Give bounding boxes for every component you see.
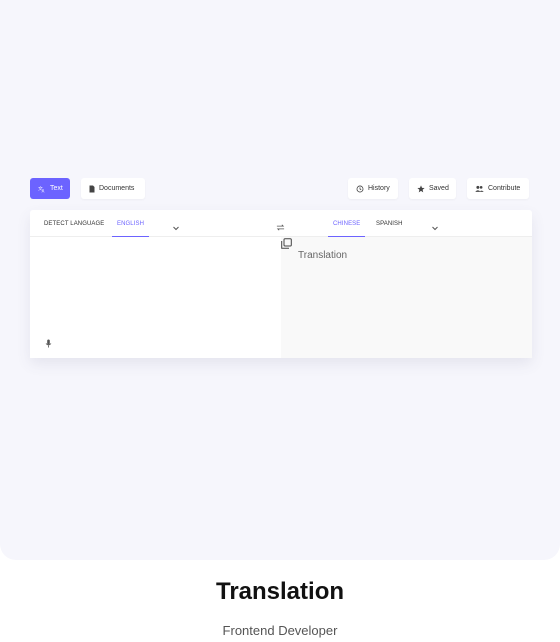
documents-mode-button[interactable]: Documents bbox=[81, 178, 145, 199]
source-lang-detect-tab[interactable]: DETECT LANGUAGE bbox=[44, 210, 104, 237]
source-lang-english-tab[interactable]: ENGLISH bbox=[111, 210, 150, 237]
svg-text:A: A bbox=[42, 188, 45, 192]
translation-output-area: Translation bbox=[281, 237, 532, 358]
source-lang-dropdown-icon[interactable] bbox=[172, 219, 180, 237]
page-title: Translation bbox=[215, 578, 345, 605]
contribute-button[interactable]: Contribute bbox=[467, 178, 529, 199]
saved-label: Saved bbox=[429, 185, 449, 192]
star-icon bbox=[417, 184, 425, 193]
target-lang-dropdown-icon[interactable] bbox=[431, 219, 439, 237]
saved-button[interactable]: Saved bbox=[409, 178, 456, 199]
text-mode-label: Text bbox=[50, 185, 63, 192]
translation-output-placeholder: Translation bbox=[298, 250, 348, 261]
documents-mode-label: Documents bbox=[99, 185, 135, 192]
page-subtitle: Frontend Developer bbox=[222, 623, 338, 638]
target-lang-chinese-tab[interactable]: CHINESE bbox=[327, 210, 366, 237]
app-canvas: 文A Text Documents History Saved Contribu… bbox=[0, 0, 560, 560]
source-text-area[interactable] bbox=[30, 237, 281, 358]
swap-languages-icon[interactable] bbox=[276, 219, 285, 237]
history-button[interactable]: History bbox=[348, 178, 398, 199]
translation-card: DETECT LANGUAGE ENGLISH CHINESE SPANISH … bbox=[30, 210, 532, 358]
document-icon bbox=[89, 185, 95, 193]
history-label: History bbox=[368, 185, 390, 192]
copy-icon[interactable] bbox=[281, 236, 292, 254]
people-icon bbox=[475, 185, 484, 193]
contribute-label: Contribute bbox=[488, 185, 521, 192]
text-mode-button[interactable]: 文A Text bbox=[30, 178, 70, 199]
translate-icon: 文A bbox=[38, 185, 46, 193]
microphone-icon[interactable] bbox=[45, 335, 52, 353]
history-icon bbox=[356, 185, 364, 193]
language-bar: DETECT LANGUAGE ENGLISH CHINESE SPANISH bbox=[30, 210, 532, 237]
target-lang-spanish-tab[interactable]: SPANISH bbox=[376, 210, 403, 237]
